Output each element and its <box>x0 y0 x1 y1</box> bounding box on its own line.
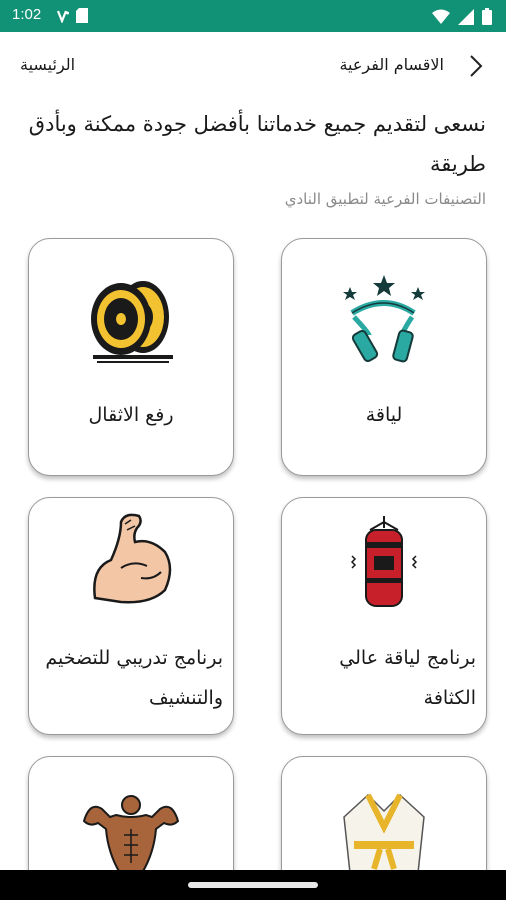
home-gesture-handle[interactable] <box>188 882 318 888</box>
category-card-weightlifting[interactable]: رفع الاثقال <box>28 238 234 476</box>
bodybuilder-icon <box>82 795 180 873</box>
weight-plates-icon <box>91 281 173 363</box>
category-label: رفع الاثقال <box>88 404 174 426</box>
category-card-fitness[interactable]: لياقة <box>281 238 487 476</box>
category-grid: لياقة رفع الاثقال برنامج لياقة عالي الكث… <box>0 0 506 900</box>
martial-arts-uniform-icon <box>343 793 425 873</box>
category-label: برنامج تدريبي للتضخيم والتنشيف <box>45 647 223 709</box>
punching-bag-icon <box>350 516 418 607</box>
jump-rope-stars-icon <box>343 275 425 363</box>
category-card-hiit[interactable]: برنامج لياقة عالي الكثافة <box>281 497 487 735</box>
category-label: لياقة <box>365 404 403 426</box>
flexed-bicep-icon <box>93 513 172 604</box>
system-nav-bar <box>0 870 506 900</box>
category-card-bulking-cutting[interactable]: برنامج تدريبي للتضخيم والتنشيف <box>28 497 234 735</box>
category-label: برنامج لياقة عالي الكثافة <box>339 647 476 709</box>
